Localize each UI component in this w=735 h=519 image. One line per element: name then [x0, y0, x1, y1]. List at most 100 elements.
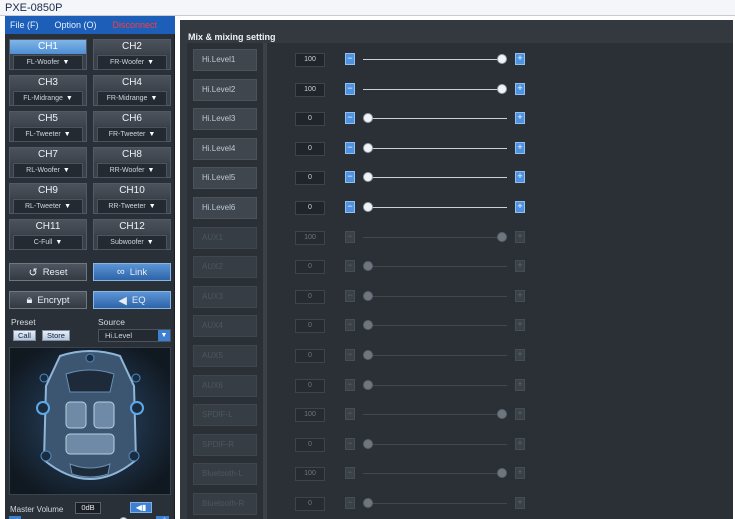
plus-button: +: [515, 260, 525, 273]
plus-button[interactable]: +: [515, 141, 525, 154]
channel-output-select[interactable]: FL-Tweeter ▼: [13, 127, 83, 142]
chevron-down-icon: ▼: [62, 59, 70, 66]
plus-button: +: [515, 497, 525, 509]
channel-ch1[interactable]: CH1 FL-Woofer ▼: [9, 39, 87, 70]
mix-row-value[interactable]: 100: [295, 82, 325, 97]
mix-row-label: Hi.Level4: [193, 137, 257, 160]
plus-button[interactable]: +: [515, 112, 525, 125]
channel-name[interactable]: CH6: [94, 112, 170, 126]
chevron-down-icon: ▼: [146, 239, 154, 246]
mix-slider-track: [372, 325, 507, 327]
channel-ch6[interactable]: CH6 FR-Tweeter ▼: [93, 111, 171, 142]
minus-button: −: [345, 230, 355, 243]
channel-output-select[interactable]: RL-Tweeter ▼: [13, 199, 83, 214]
channel-output-value: Subwoofer: [110, 239, 144, 246]
speaker-icon[interactable]: ◀▮: [130, 502, 152, 513]
channel-name[interactable]: CH2: [94, 40, 170, 54]
mix-slider[interactable]: [363, 83, 507, 94]
minus-button[interactable]: −: [345, 171, 355, 184]
channel-name[interactable]: CH9: [10, 184, 86, 198]
channel-name[interactable]: CH11: [10, 220, 86, 234]
mix-slider[interactable]: [363, 172, 507, 183]
plus-button[interactable]: +: [515, 201, 525, 213]
reset-icon: ↺: [28, 266, 38, 279]
reset-button[interactable]: ↺ Reset: [9, 263, 87, 281]
chevron-down-icon: ▼: [158, 330, 170, 341]
preset-store-button[interactable]: Store: [42, 330, 70, 341]
channel-ch4[interactable]: CH4 FR-Midrange ▼: [93, 75, 171, 106]
mix-slider[interactable]: [363, 202, 507, 212]
mix-slider[interactable]: [363, 113, 507, 124]
minus-button[interactable]: −: [345, 201, 355, 213]
mix-slider-track: [372, 177, 507, 179]
channel-ch10[interactable]: CH10 RR-Tweeter ▼: [93, 183, 171, 214]
mix-slider[interactable]: [363, 54, 507, 64]
channel-ch5[interactable]: CH5 FL-Tweeter ▼: [9, 111, 87, 142]
channel-output-select[interactable]: FR-Tweeter ▼: [97, 127, 167, 142]
channel-name[interactable]: CH1: [10, 40, 86, 54]
channel-output-select[interactable]: Subwoofer ▼: [97, 235, 167, 250]
channel-output-select[interactable]: FL-Woofer ▼: [13, 55, 83, 70]
plus-button[interactable]: +: [515, 82, 525, 95]
mix-row-value[interactable]: 0: [295, 112, 325, 127]
mix-row-value: 0: [295, 260, 325, 275]
menu-option[interactable]: Option (O): [55, 20, 97, 30]
channel-output-value: RR-Tweeter: [108, 203, 146, 210]
mix-row-label: AUX5: [193, 345, 257, 367]
mix-slider[interactable]: [363, 142, 507, 153]
mix-panel: Mix & mixing setting Hi.Level1 100− + Hi.Le…: [180, 20, 733, 519]
channel-name[interactable]: CH4: [94, 76, 170, 90]
menu-disconnect[interactable]: Disconnect: [113, 20, 158, 30]
channel-ch9[interactable]: CH9 RL-Tweeter ▼: [9, 183, 87, 214]
channel-name[interactable]: CH3: [10, 76, 86, 90]
minus-button[interactable]: −: [345, 112, 355, 125]
mix-slider-knob[interactable]: [497, 54, 507, 64]
channel-output-select[interactable]: FL-Midrange ▼: [13, 91, 83, 106]
plus-button[interactable]: +: [515, 53, 525, 65]
channel-name[interactable]: CH7: [10, 148, 86, 162]
channel-output-select[interactable]: FR-Woofer ▼: [97, 55, 167, 70]
channel-output-select[interactable]: RL-Woofer ▼: [13, 163, 83, 178]
mix-slider-track: [363, 59, 499, 60]
source-select[interactable]: Hi.Level ▼: [98, 329, 171, 342]
preset-call-button[interactable]: Call: [13, 330, 36, 341]
mix-slider-knob[interactable]: [363, 113, 373, 124]
link-button[interactable]: ∞ Link: [93, 263, 171, 281]
channel-output-select[interactable]: RR-Woofer ▼: [97, 163, 167, 178]
mix-slider: [363, 438, 507, 449]
plus-button: +: [515, 437, 525, 450]
mix-row-value[interactable]: 0: [295, 171, 325, 186]
channel-ch11[interactable]: CH11 C-Full ▼: [9, 219, 87, 250]
channel-output-select[interactable]: FR-Midrange ▼: [97, 91, 167, 106]
minus-button[interactable]: −: [345, 82, 355, 95]
channel-ch8[interactable]: CH8 RR-Woofer ▼: [93, 147, 171, 178]
menu-file[interactable]: File (F): [10, 20, 39, 30]
mix-slider-knob[interactable]: [363, 172, 373, 183]
eq-button[interactable]: ◀ EQ: [93, 291, 171, 309]
channel-name[interactable]: CH5: [10, 112, 86, 126]
master-volume-value[interactable]: 0dB: [75, 502, 101, 514]
mix-row-value[interactable]: 0: [295, 201, 325, 215]
mix-row-value: 0: [295, 497, 325, 511]
mix-row-value[interactable]: 100: [295, 53, 325, 67]
mix-slider-knob[interactable]: [363, 202, 373, 212]
channel-ch7[interactable]: CH7 RL-Woofer ▼: [9, 147, 87, 178]
channel-name[interactable]: CH8: [94, 148, 170, 162]
mix-slider-knob[interactable]: [363, 142, 373, 153]
channel-name[interactable]: CH12: [94, 220, 170, 234]
mix-slider-knob[interactable]: [497, 83, 507, 94]
chevron-down-icon: ▼: [150, 95, 158, 102]
minus-button[interactable]: −: [345, 53, 355, 65]
mix-row: Hi.Level6 0 − +: [187, 193, 733, 223]
minus-button[interactable]: −: [345, 141, 355, 154]
plus-button[interactable]: +: [515, 171, 525, 184]
mix-row-value[interactable]: 0: [295, 141, 325, 156]
encrypt-button[interactable]: 🔒︎ Encrypt: [9, 291, 87, 309]
channel-ch3[interactable]: CH3 FL-Midrange ▼: [9, 75, 87, 106]
channel-ch12[interactable]: CH12 Subwoofer ▼: [93, 219, 171, 250]
mix-row-label: SPDIF-L: [193, 404, 257, 427]
channel-ch2[interactable]: CH2 FR-Woofer ▼: [93, 39, 171, 70]
channel-output-select[interactable]: RR-Tweeter ▼: [97, 199, 167, 214]
channel-output-select[interactable]: C-Full ▼: [13, 235, 83, 250]
channel-name[interactable]: CH10: [94, 184, 170, 198]
